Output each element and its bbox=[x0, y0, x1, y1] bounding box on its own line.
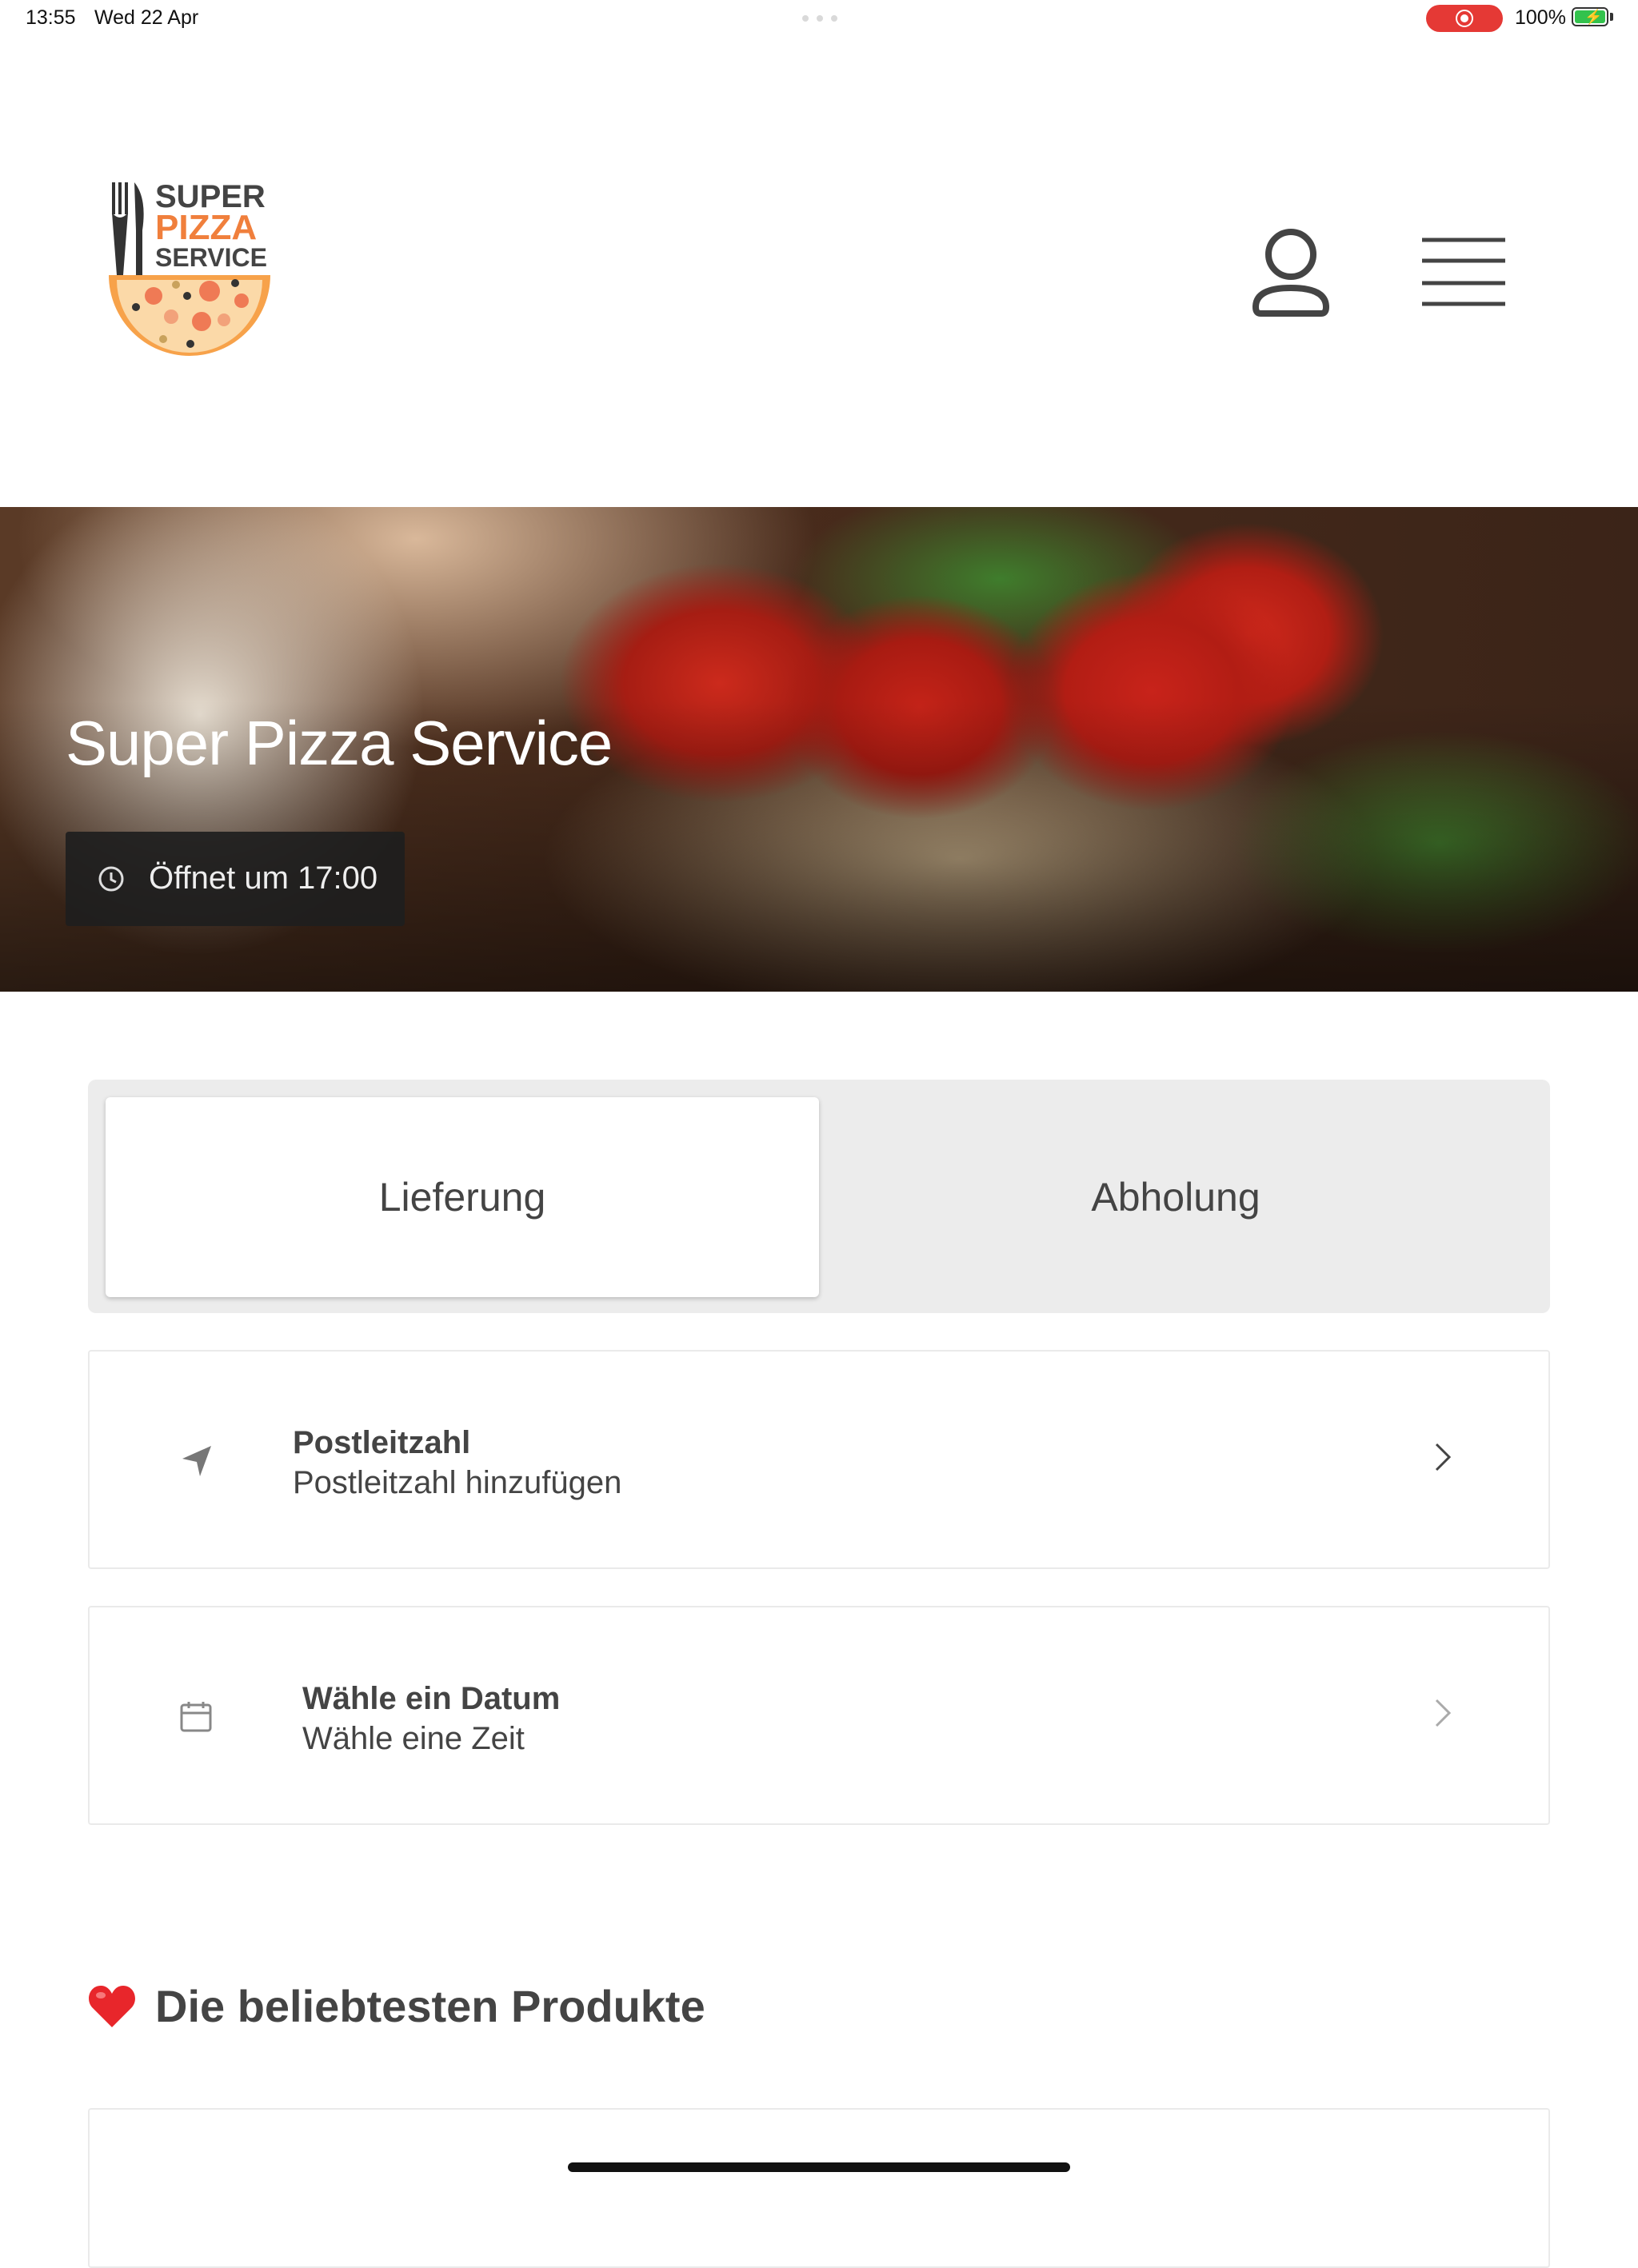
tab-pickup[interactable]: Abholung bbox=[819, 1097, 1532, 1297]
battery-percent: 100% bbox=[1515, 6, 1566, 29]
user-icon[interactable] bbox=[1252, 227, 1329, 317]
hero-banner: Super Pizza Service Öffnet um 17:00 bbox=[0, 507, 1638, 992]
hamburger-menu-icon[interactable] bbox=[1422, 237, 1505, 307]
home-indicator[interactable] bbox=[568, 2162, 1070, 2172]
tab-delivery[interactable]: Lieferung bbox=[106, 1097, 819, 1297]
screen-recording-indicator[interactable] bbox=[1426, 5, 1503, 32]
battery-icon: ⚡ bbox=[1572, 7, 1608, 26]
popular-products-heading: Die beliebtesten Produkte bbox=[88, 1980, 705, 2032]
tab-pickup-label: Abholung bbox=[1091, 1175, 1260, 1220]
postcode-card[interactable]: Postleitzahl Postleitzahl hinzufügen bbox=[88, 1350, 1550, 1569]
multitasking-dots-icon[interactable] bbox=[802, 15, 837, 22]
date-subtitle: Wähle eine Zeit bbox=[302, 1721, 525, 1756]
restaurant-title: Super Pizza Service bbox=[66, 708, 613, 778]
logo-text-service: SERVICE bbox=[155, 243, 267, 272]
postcode-subtitle: Postleitzahl hinzufügen bbox=[293, 1465, 622, 1500]
chevron-right-icon bbox=[1435, 1699, 1452, 1727]
status-date: Wed 22 Apr bbox=[94, 6, 199, 29]
heart-icon bbox=[89, 1985, 135, 2027]
clock-icon bbox=[98, 866, 124, 892]
calendar-icon bbox=[180, 1702, 212, 1732]
status-bar: 13:55 Wed 22 Apr 100% ⚡ bbox=[0, 0, 1638, 38]
location-arrow-icon bbox=[182, 1446, 211, 1476]
chevron-right-icon bbox=[1435, 1443, 1452, 1471]
opening-hours-text: Öffnet um 17:00 bbox=[149, 860, 378, 896]
pizza-icon bbox=[109, 275, 270, 356]
opening-hours-badge: Öffnet um 17:00 bbox=[66, 832, 405, 926]
product-card[interactable] bbox=[88, 2108, 1550, 2268]
date-title: Wähle ein Datum bbox=[302, 1681, 561, 1716]
order-type-toggle: Lieferung Abholung bbox=[88, 1080, 1550, 1313]
status-time: 13:55 bbox=[26, 6, 76, 29]
date-time-card[interactable]: Wähle ein Datum Wähle eine Zeit bbox=[88, 1606, 1550, 1825]
logo-text-pizza: PIZZA bbox=[155, 208, 258, 247]
postcode-title: Postleitzahl bbox=[293, 1425, 471, 1460]
restaurant-logo[interactable]: SUPER PIZZA SERVICE bbox=[107, 179, 272, 360]
tab-delivery-label: Lieferung bbox=[378, 1175, 546, 1220]
popular-products-title: Die beliebtesten Produkte bbox=[155, 1981, 705, 2031]
fork-knife-icon bbox=[112, 182, 144, 275]
